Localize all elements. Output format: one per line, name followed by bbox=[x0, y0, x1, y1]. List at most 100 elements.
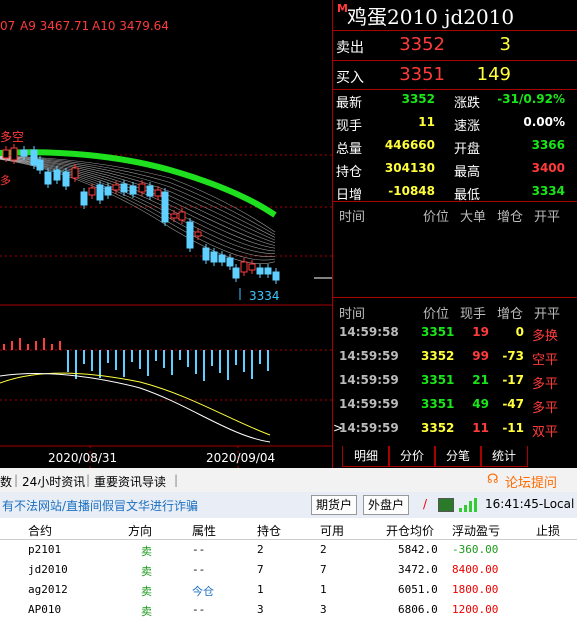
tick-time: 14:59:59 bbox=[339, 397, 399, 411]
macd-dif-line bbox=[0, 373, 271, 443]
cell-pnl: 8400.00 bbox=[452, 563, 499, 576]
candle-body bbox=[232, 267, 240, 279]
bigorder-header-big: 大单 bbox=[460, 210, 487, 225]
cell-avg-price: 3472.0 bbox=[398, 563, 438, 576]
ma9-label: A9 3467.71 bbox=[20, 19, 89, 33]
slash-mark: / bbox=[423, 497, 428, 511]
tick-time: 14:59:59 bbox=[339, 349, 399, 363]
bigorder-header-type: 开平 bbox=[534, 210, 561, 225]
cell-position: 3 bbox=[257, 603, 264, 616]
tick-header-type: 开平 bbox=[534, 307, 561, 322]
info-tab-24h-news[interactable]: 24小时资讯 bbox=[22, 473, 85, 490]
fraud-notice[interactable]: 有不法网站/直播间假冒文华进行诈骗 bbox=[2, 497, 198, 514]
table-row[interactable]: p2101 卖 -- 2 2 5842.0 -360.00 bbox=[0, 540, 577, 560]
col-stoploss[interactable]: 止损 bbox=[536, 522, 560, 539]
tick-vol: 21 bbox=[472, 373, 489, 387]
field-label-change: 涨跌 bbox=[454, 96, 481, 111]
col-attribute[interactable]: 属性 bbox=[192, 522, 216, 539]
table-row[interactable]: ag2012 卖 今仓 1 1 6051.0 1800.00 bbox=[0, 580, 577, 600]
cell-direction: 卖 bbox=[141, 585, 152, 598]
table-row[interactable]: jd2010 卖 -- 7 7 3472.0 8400.00 bbox=[0, 560, 577, 580]
cell-contract: ag2012 bbox=[28, 583, 68, 596]
cell-avg-price: 6806.0 bbox=[398, 603, 438, 616]
col-position[interactable]: 持仓 bbox=[257, 522, 281, 539]
tab-price-dist[interactable]: 分价 bbox=[388, 446, 436, 467]
bid-volume: 149 bbox=[476, 64, 511, 85]
field-value-oi: 304130 bbox=[384, 161, 435, 175]
tab-ticks[interactable]: 分笔 bbox=[434, 446, 482, 467]
forum-icon[interactable]: ☊ bbox=[487, 472, 499, 487]
field-value-change: -31/0.92% bbox=[497, 92, 565, 106]
contract-name: 鸡蛋2010 jd2010 bbox=[347, 5, 515, 29]
clock: 16:41:45-Local bbox=[485, 497, 575, 511]
bid-row: 买入 3351 149 bbox=[333, 61, 577, 90]
cell-attribute: -- bbox=[192, 603, 206, 616]
candle-body bbox=[264, 267, 272, 275]
info-bar: 数 | 24小时资讯 | 重要资讯导读 | ☊ 论坛提问 bbox=[0, 468, 577, 493]
signal-label: 多空 bbox=[0, 130, 24, 144]
foreign-account-button[interactable]: 外盘户 bbox=[363, 495, 410, 515]
tab-detail[interactable]: 明细 bbox=[342, 446, 390, 467]
candle-body bbox=[218, 254, 226, 263]
field-label-volume: 总量 bbox=[336, 142, 363, 157]
candle-body bbox=[2, 149, 10, 159]
tick-header-vol: 现手 bbox=[460, 307, 487, 322]
table-row[interactable]: AP010 卖 -- 3 3 6806.0 1200.00 bbox=[0, 600, 577, 620]
col-contract[interactable]: 合约 bbox=[28, 522, 52, 539]
candle-body bbox=[80, 191, 88, 206]
candle-body bbox=[146, 185, 154, 197]
tick-vol: 19 bbox=[472, 325, 489, 339]
cell-contract: jd2010 bbox=[28, 563, 68, 576]
bigorder-header-time: 时间 bbox=[339, 210, 366, 225]
col-available[interactable]: 可用 bbox=[320, 522, 344, 539]
ask-label: 卖出 bbox=[336, 40, 364, 56]
tick-row[interactable]: 14:59:59 3352 99 -73 空平 bbox=[333, 345, 577, 369]
ma10-label: A10 3479.64 bbox=[92, 19, 169, 33]
tick-oi: -11 bbox=[502, 421, 524, 435]
candle-body bbox=[256, 267, 264, 275]
table-header: 合约 方向 属性 持仓 可用 开仓均价 浮动盈亏 止损 bbox=[0, 518, 577, 540]
info-separator: | bbox=[174, 473, 179, 487]
forum-link[interactable]: 论坛提问 bbox=[505, 472, 557, 491]
connection-icon[interactable] bbox=[438, 498, 454, 512]
tick-header-oi: 增仓 bbox=[497, 307, 524, 322]
candle-body bbox=[248, 263, 256, 271]
info-tab-headlines[interactable]: 重要资讯导读 bbox=[94, 473, 166, 490]
futures-account-button[interactable]: 期货户 bbox=[311, 495, 358, 515]
col-avg-price[interactable]: 开仓均价 bbox=[386, 522, 434, 539]
col-pnl[interactable]: 浮动盈亏 bbox=[452, 522, 500, 539]
tick-row[interactable]: > 14:59:59 3352 11 -11 双平 bbox=[333, 417, 577, 441]
chart-top-label: 07 bbox=[0, 19, 15, 33]
field-value-lastvol: 11 bbox=[418, 115, 435, 129]
tick-row[interactable]: 14:59:59 3351 21 -17 多平 bbox=[333, 369, 577, 393]
low-price-label: 3334 bbox=[249, 289, 280, 303]
candle-body bbox=[154, 189, 162, 197]
kline-chart[interactable]: 07 A9 3467.71 A10 3479.64 多空 多 3334 2020… bbox=[0, 0, 332, 468]
detail-tabs: 明细 分价 分笔 统计 bbox=[342, 446, 577, 468]
tick-time: 14:59:59 bbox=[339, 421, 399, 435]
candle-body bbox=[104, 186, 112, 196]
kline-svg: 07 A9 3467.71 A10 3479.64 多空 多 3334 2020… bbox=[0, 19, 332, 468]
divider bbox=[333, 201, 577, 202]
tick-row[interactable]: 14:59:58 3351 19 0 多换 bbox=[333, 321, 577, 345]
field-value-high: 3400 bbox=[531, 161, 565, 175]
macd-dea-line bbox=[0, 372, 271, 436]
candle-body bbox=[226, 257, 234, 267]
cell-attribute: -- bbox=[192, 543, 206, 556]
candle-body bbox=[71, 167, 79, 179]
cell-direction: 卖 bbox=[141, 545, 152, 558]
candle-body bbox=[88, 187, 96, 196]
ma-ribbon-line bbox=[0, 158, 276, 254]
candle-body bbox=[240, 261, 248, 273]
candle-body bbox=[272, 271, 280, 281]
tick-type: 多平 bbox=[532, 377, 559, 392]
ask-row: 卖出 3352 3 bbox=[333, 31, 577, 60]
tick-row[interactable]: 14:59:59 3351 49 -47 多平 bbox=[333, 393, 577, 417]
col-direction[interactable]: 方向 bbox=[128, 522, 152, 539]
tick-header-time: 时间 bbox=[339, 307, 366, 322]
tick-vol: 11 bbox=[472, 421, 489, 435]
ma-ribbon-line bbox=[0, 157, 276, 249]
signal-icon bbox=[459, 498, 477, 512]
info-tab-data[interactable]: 数 bbox=[0, 473, 12, 490]
tab-stats[interactable]: 统计 bbox=[480, 446, 528, 467]
